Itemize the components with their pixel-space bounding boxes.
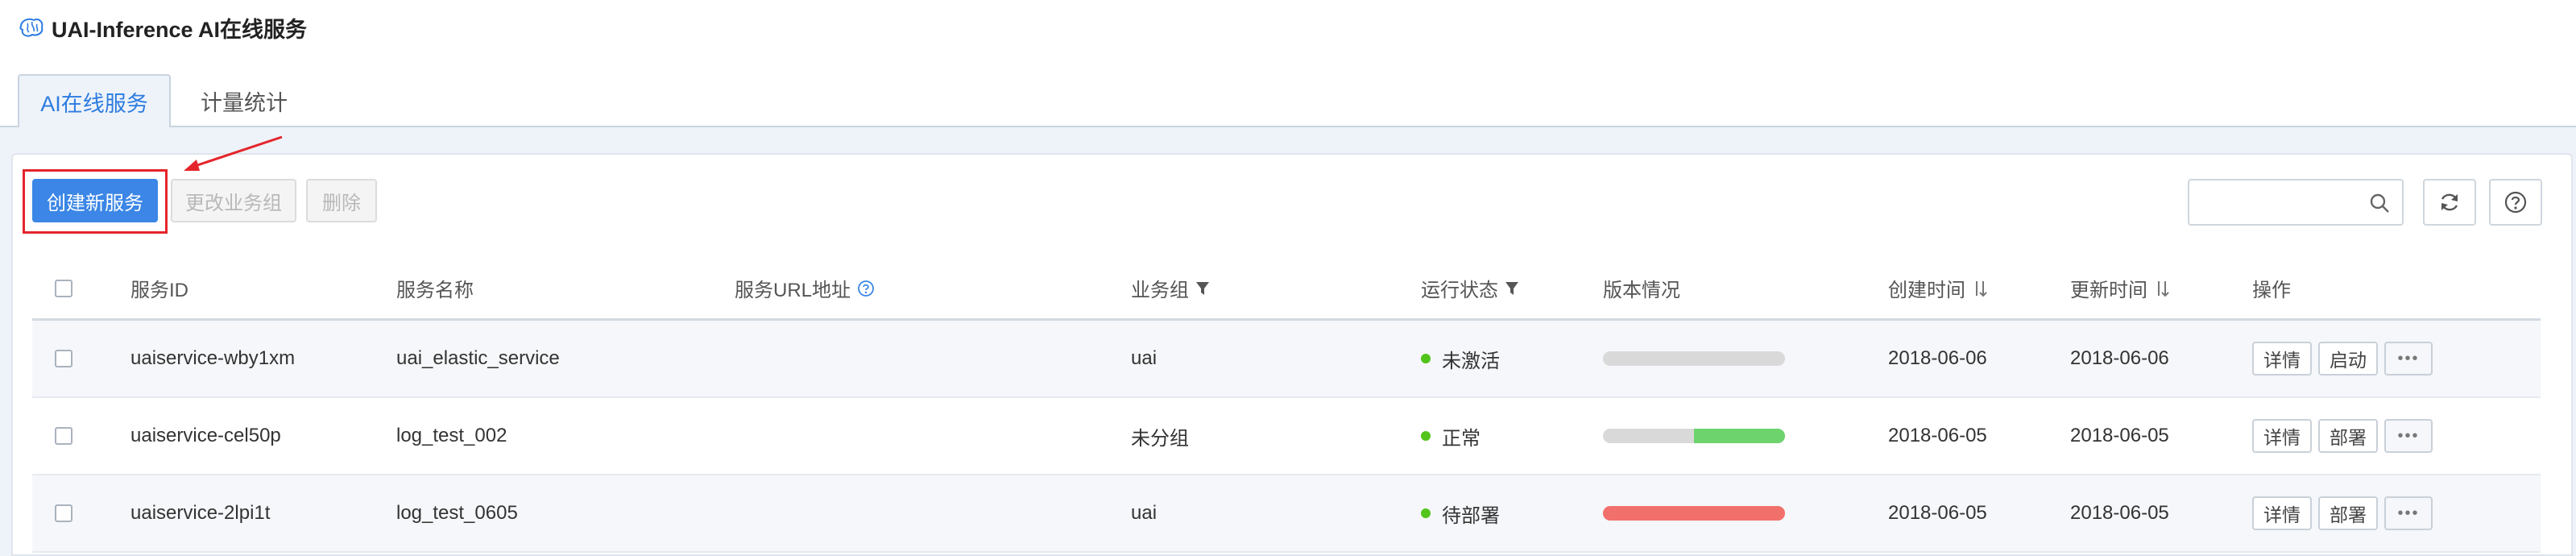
deploy-button[interactable]: 部署 <box>2318 419 2378 453</box>
sort-icon[interactable] <box>1972 280 1988 297</box>
service-id: uaiservice-cel50p <box>130 425 281 446</box>
search-icon[interactable] <box>2368 192 2391 214</box>
updated-time: 2018-06-05 <box>2070 502 2169 524</box>
status-text: 正常 <box>1442 427 1481 450</box>
status-cell: 待部署 <box>1421 475 1500 551</box>
details-button[interactable]: 详情 <box>2252 342 2312 376</box>
help-button[interactable] <box>2489 179 2542 226</box>
created-time: 2018-06-05 <box>1888 502 1987 524</box>
tab-bar: AI在线服务 计量统计 <box>0 74 2576 129</box>
header-service-url-label: 服务URL地址 <box>735 280 851 301</box>
created-time: 2018-06-06 <box>1888 347 1987 369</box>
header-status[interactable]: 运行状态 <box>1421 258 1519 318</box>
created-time: 2018-06-05 <box>1888 425 1987 446</box>
service-id: uaiservice-wby1xm <box>130 347 296 369</box>
question-icon <box>2504 191 2527 214</box>
app-title-bar: UAI-Inference AI在线服务 <box>18 11 307 44</box>
sort-icon[interactable] <box>2154 280 2170 297</box>
header-updated[interactable]: 更新时间 <box>2070 258 2170 318</box>
change-group-button[interactable]: 更改业务组 <box>171 179 296 222</box>
version-progress-bar <box>1603 429 1785 443</box>
refresh-button[interactable] <box>2423 179 2476 226</box>
tab-ai-online-service[interactable]: AI在线服务 <box>18 74 171 129</box>
table-row: uaiservice-cel50p log_test_002 未分组 正常 20… <box>32 398 2541 475</box>
service-id: uaiservice-2lpi1t <box>130 502 271 524</box>
service-name: uai_elastic_service <box>396 347 560 369</box>
header-version: 版本情况 <box>1603 280 1680 301</box>
table-header: 服务ID 服务名称 服务URL地址 业务组 运行状态 版本情况 创建时间 更新时… <box>32 258 2541 321</box>
header-status-label: 运行状态 <box>1421 280 1498 301</box>
service-group: 未分组 <box>1131 427 1189 450</box>
header-group-label: 业务组 <box>1131 280 1189 301</box>
delete-button[interactable]: 删除 <box>306 179 377 222</box>
search-input[interactable] <box>2188 179 2404 226</box>
page-title: UAI-Inference AI在线服务 <box>52 17 308 42</box>
status-text: 未激活 <box>1442 350 1500 372</box>
header-created[interactable]: 创建时间 <box>1888 258 1988 318</box>
start-button[interactable]: 启动 <box>2318 342 2378 376</box>
progress-green-segment <box>1694 429 1785 443</box>
table-row: uaiservice-2lpi1t log_test_0605 uai 待部署 … <box>32 475 2541 553</box>
details-button[interactable]: 详情 <box>2252 419 2312 453</box>
status-dot-icon <box>1421 431 1431 441</box>
brain-logo-icon <box>19 18 43 37</box>
filter-icon[interactable] <box>1505 280 1519 297</box>
select-all-checkbox[interactable] <box>55 279 72 297</box>
service-group: uai <box>1131 502 1158 524</box>
more-actions-button[interactable]: ••• <box>2384 419 2433 453</box>
more-actions-button[interactable]: ••• <box>2384 496 2433 530</box>
header-updated-label: 更新时间 <box>2070 280 2147 301</box>
filter-icon[interactable] <box>1195 280 1210 297</box>
status-text: 待部署 <box>1442 504 1500 527</box>
details-button[interactable]: 详情 <box>2252 496 2312 530</box>
updated-time: 2018-06-06 <box>2070 347 2169 369</box>
status-dot-icon <box>1421 354 1431 363</box>
header-ops: 操作 <box>2252 280 2291 301</box>
deploy-button[interactable]: 部署 <box>2318 496 2378 530</box>
header-service-url: 服务URL地址 <box>735 258 875 318</box>
service-name: log_test_0605 <box>396 502 518 524</box>
more-actions-button[interactable]: ••• <box>2384 342 2433 376</box>
row-checkbox[interactable] <box>55 427 72 445</box>
create-service-button[interactable]: 创建新服务 <box>32 179 158 222</box>
service-group: uai <box>1131 347 1158 369</box>
updated-time: 2018-06-05 <box>2070 425 2169 446</box>
service-name: log_test_002 <box>396 425 507 446</box>
row-checkbox[interactable] <box>55 350 72 367</box>
status-cell: 正常 <box>1421 398 1481 474</box>
table-row: uaiservice-wby1xm uai_elastic_service ua… <box>32 321 2541 398</box>
status-cell: 未激活 <box>1421 321 1500 396</box>
version-progress-bar <box>1603 506 1785 521</box>
header-service-id: 服务ID <box>130 280 188 301</box>
annotation-arrow-icon <box>184 135 283 171</box>
header-service-name: 服务名称 <box>396 280 474 301</box>
header-group[interactable]: 业务组 <box>1131 258 1210 318</box>
status-dot-icon <box>1421 508 1431 518</box>
row-checkbox[interactable] <box>55 504 72 522</box>
refresh-icon <box>2441 193 2458 211</box>
tab-metering-stats[interactable]: 计量统计 <box>176 74 313 127</box>
progress-red-segment <box>1603 506 1785 521</box>
version-progress-bar <box>1603 351 1785 366</box>
question-circle-icon[interactable] <box>857 280 875 297</box>
header-created-label: 创建时间 <box>1888 280 1965 301</box>
